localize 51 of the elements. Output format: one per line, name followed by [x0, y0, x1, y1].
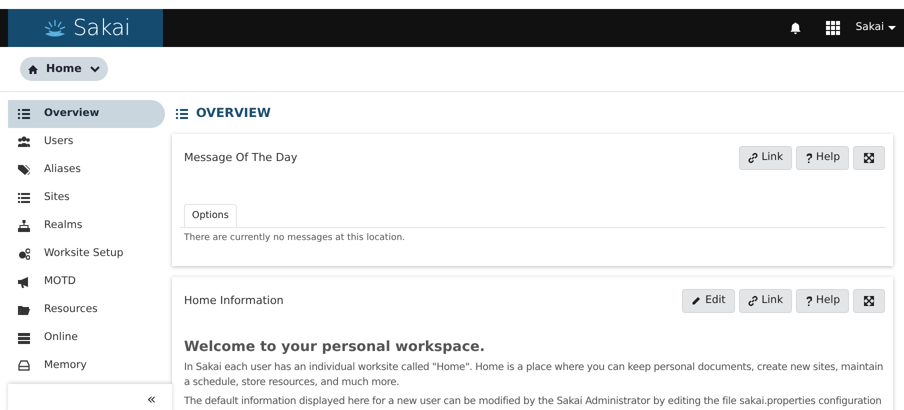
question-icon — [805, 296, 812, 306]
status-message: There are currently no messages at this location. — [183, 232, 406, 246]
sidebar-item[interactable]: Aliases — [8, 156, 165, 184]
tool-title: Home Information — [183, 292, 284, 308]
chevron-down-icon — [90, 66, 100, 72]
help-button[interactable]: Help — [796, 146, 849, 170]
sitemap-icon — [18, 220, 30, 232]
collapse-sidebar-button[interactable]: « — [146, 388, 156, 410]
sidebar-item[interactable]: Online — [8, 324, 165, 352]
sidebar-item[interactable]: MOTD — [8, 268, 165, 296]
list-icon — [176, 108, 188, 120]
sidebar-item[interactable]: Overview — [8, 100, 165, 128]
maximize-button[interactable] — [853, 146, 885, 170]
options-tab[interactable]: Options — [184, 204, 237, 228]
sidebar-item[interactable]: Sites — [8, 184, 165, 212]
users-icon — [18, 136, 30, 148]
help-button[interactable]: Help — [796, 288, 849, 313]
sidebar-item[interactable]: Users — [8, 128, 165, 156]
home-menu-button[interactable]: Home — [20, 57, 108, 81]
caret-icon — [888, 26, 896, 30]
drive-icon — [18, 360, 30, 372]
bell-icon — [788, 22, 802, 34]
user-menu[interactable]: Sakai — [856, 20, 896, 36]
expand-icon — [864, 153, 874, 163]
edit-button[interactable]: Edit — [682, 288, 735, 313]
sidebar-item[interactable]: Realms — [8, 212, 165, 240]
link-icon — [748, 296, 758, 306]
megaphone-icon — [18, 276, 30, 288]
sidebar-item[interactable]: Memory — [8, 352, 165, 380]
question-icon — [805, 153, 812, 163]
edit-icon — [691, 296, 702, 306]
paragraph: In Sakai each user has an individual worksite called "Home". Home is a place where you can keep personal documents, create new sites, maintain a schedule, store resources, and much more. — [183, 360, 884, 390]
link-icon — [748, 153, 758, 163]
sidebar-item[interactable]: Worksite Setup — [8, 240, 165, 268]
logo-text: Sakai — [73, 14, 130, 42]
maximize-button[interactable] — [853, 288, 885, 313]
link-button[interactable]: Link — [738, 146, 792, 170]
home-icon — [28, 64, 38, 74]
folder-icon — [18, 304, 30, 316]
welcome-heading: Welcome to your personal workspace. — [183, 338, 486, 356]
sidebar-item[interactable]: Resources — [8, 296, 165, 324]
link-button[interactable]: Link — [738, 288, 792, 313]
page-title: OVERVIEW — [196, 104, 271, 122]
apps-grid-icon — [826, 21, 840, 35]
tool-title: Message Of The Day — [183, 150, 298, 166]
tags-icon — [18, 164, 30, 176]
list-icon — [18, 108, 30, 120]
paragraph: The default information displayed here for a new user can be modified by the Sakai Administrator by editing the file sakai.properties configuration — [183, 394, 882, 409]
server-icon — [18, 332, 30, 344]
list-icon — [18, 192, 30, 204]
expand-icon — [864, 296, 874, 306]
